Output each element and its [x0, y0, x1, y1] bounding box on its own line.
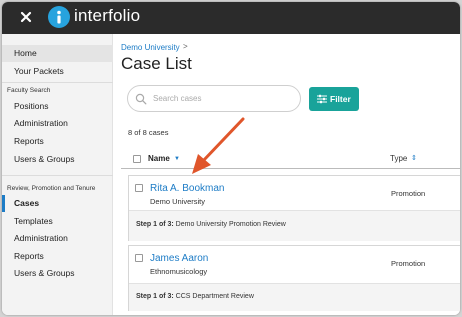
case-type: Promotion — [391, 259, 426, 268]
sidebar-item-rpt-reports[interactable]: Reports — [2, 248, 113, 265]
sidebar-item-rpt-administration[interactable]: Administration — [2, 230, 113, 247]
row-checkbox[interactable] — [135, 254, 143, 262]
interfolio-logo-icon — [48, 6, 70, 28]
search-icon — [135, 93, 147, 105]
case-unit: Ethnomusicology — [150, 267, 208, 276]
step-description: Demo University Promotion Review — [173, 221, 286, 228]
main-content: Demo University > Case List Search cases… — [113, 34, 460, 315]
case-name-link[interactable]: James Aaron — [150, 253, 208, 264]
sidebar-divider — [2, 175, 113, 176]
column-header-type[interactable]: Type — [390, 154, 407, 163]
sort-toggle-icon[interactable]: ⇕ — [411, 154, 417, 162]
row-checkbox[interactable] — [135, 184, 143, 192]
breadcrumb[interactable]: Demo University — [121, 43, 180, 52]
sort-descending-icon[interactable]: ▼ — [174, 156, 180, 162]
sidebar-item-rpt-users-groups[interactable]: Users & Groups — [2, 265, 113, 282]
sidebar-heading-faculty-search: Faculty Search — [7, 87, 51, 94]
sidebar-item-fs-users-groups[interactable]: Users & Groups — [2, 151, 113, 168]
sidebar-item-home[interactable]: Home — [2, 45, 113, 62]
filter-button-label: Filter — [330, 94, 351, 104]
sliders-icon — [317, 94, 327, 104]
column-header-name[interactable]: Name — [148, 154, 170, 163]
sidebar-item-fs-administration[interactable]: Administration — [2, 115, 113, 132]
top-bar: interfolio — [2, 2, 460, 34]
case-name-link[interactable]: Rita A. Bookman — [150, 183, 224, 194]
case-card: Rita A. Bookman Demo University Promotio… — [128, 175, 460, 241]
sidebar-item-fs-reports[interactable]: Reports — [2, 133, 113, 150]
sidebar-heading-rpt: Review, Promotion and Tenure — [7, 185, 96, 192]
case-step-panel: Step 1 of 3: Demo University Promotion R… — [129, 210, 460, 241]
step-prefix: Step 1 of 3: — [136, 293, 174, 300]
sidebar-item-your-packets[interactable]: Your Packets — [2, 63, 113, 80]
filter-button[interactable]: Filter — [309, 87, 359, 111]
case-card: James Aaron Ethnomusicology Promotion St… — [128, 245, 460, 311]
step-prefix: Step 1 of 3: — [136, 221, 174, 228]
sidebar: Home Your Packets Faculty Search Positio… — [2, 34, 113, 315]
case-step: Step 1 of 3: CCS Department Review — [136, 293, 254, 300]
header-divider — [121, 168, 460, 169]
result-count: 8 of 8 cases — [128, 128, 169, 137]
brand-name: interfolio — [74, 6, 141, 25]
sidebar-item-templates[interactable]: Templates — [2, 213, 113, 230]
app-window: interfolio Home Your Packets Faculty Sea… — [2, 2, 460, 315]
step-description: CCS Department Review — [173, 293, 254, 300]
breadcrumb-separator: > — [183, 42, 188, 51]
page-title: Case List — [121, 54, 192, 73]
search-input[interactable]: Search cases — [127, 85, 301, 112]
sidebar-item-positions[interactable]: Positions — [2, 98, 113, 115]
case-unit: Demo University — [150, 197, 206, 206]
sidebar-divider — [2, 82, 113, 83]
case-step: Step 1 of 3: Demo University Promotion R… — [136, 221, 286, 228]
search-placeholder: Search cases — [153, 94, 202, 103]
case-type: Promotion — [391, 189, 426, 198]
sidebar-item-cases[interactable]: Cases — [2, 195, 113, 212]
case-step-panel: Step 1 of 3: CCS Department Review — [129, 283, 460, 311]
select-all-checkbox[interactable] — [133, 155, 141, 163]
close-icon[interactable] — [19, 10, 33, 24]
